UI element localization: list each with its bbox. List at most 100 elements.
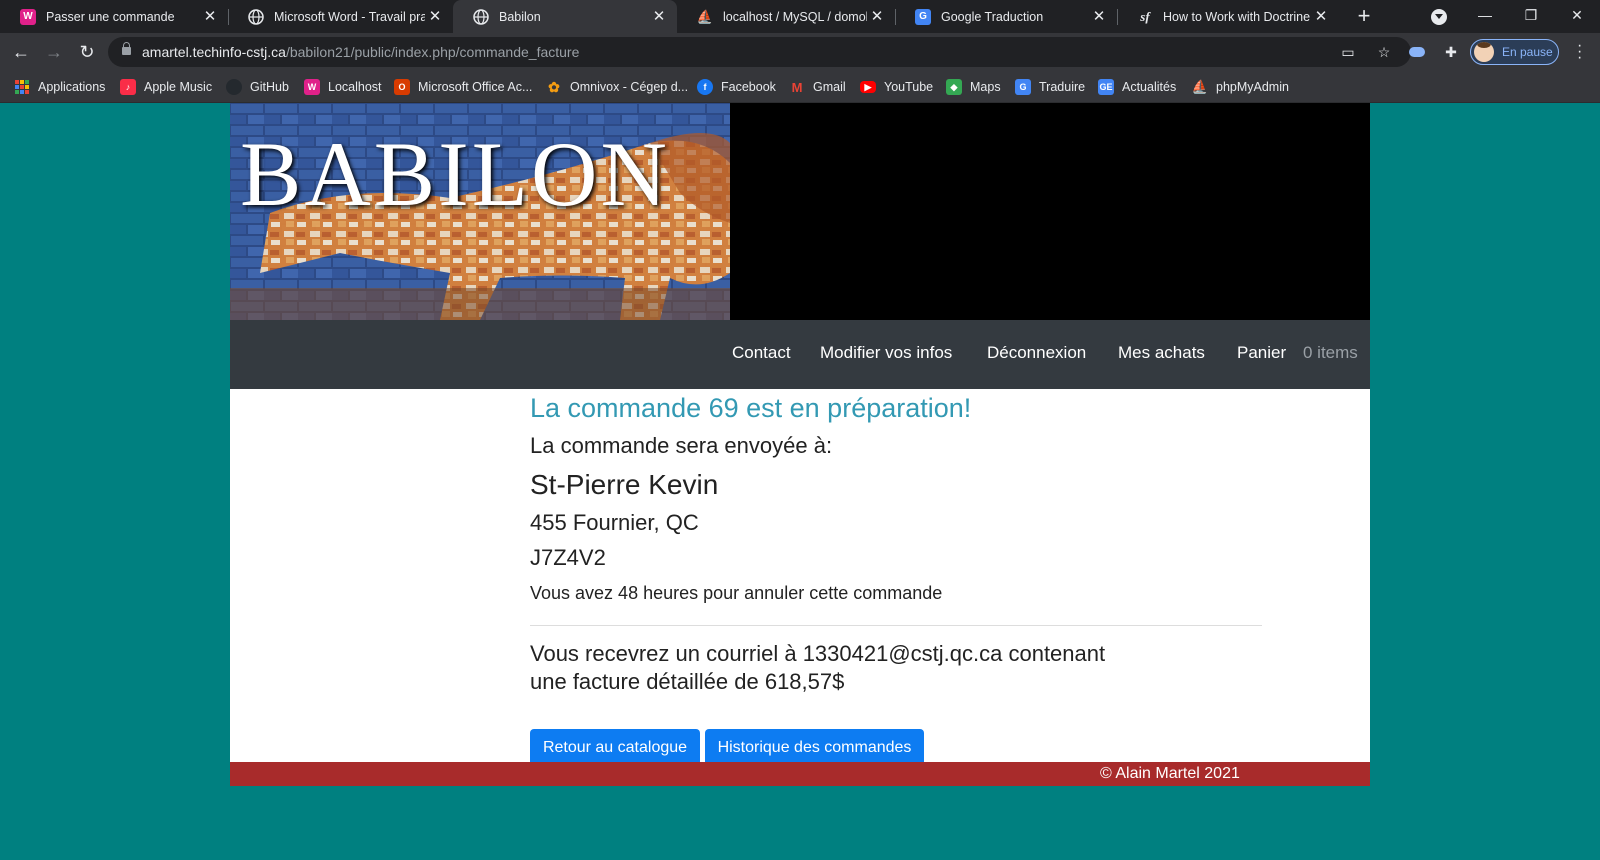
url-host: amartel.techinfo-cstj.ca [142, 44, 286, 60]
browser-toolbar: ← → ↻ amartel.techinfo-cstj.ca/babilon21… [0, 33, 1600, 71]
bookmark-applications[interactable]: Applications [14, 78, 105, 96]
bookmark-label: phpMyAdmin [1216, 80, 1289, 94]
globe-icon [473, 8, 489, 25]
bookmark-label: Traduire [1039, 80, 1086, 94]
tab-title: How to Work with Doctrine Associations [1163, 9, 1311, 24]
bookmark-label: Maps [970, 80, 1001, 94]
bookmark-microsoft-office[interactable]: O Microsoft Office Ac... [394, 78, 532, 96]
close-icon[interactable]: ✕ [1089, 7, 1109, 27]
extensions-puzzle-icon[interactable]: ✚ [1442, 43, 1460, 61]
nav-mes-achats[interactable]: Mes achats [1118, 343, 1205, 363]
phpmyadmin-icon: ⛵ [1191, 79, 1209, 94]
site-navbar: Contact Modifier vos infos Déconnexion M… [230, 320, 1370, 389]
bookmark-label: YouTube [884, 80, 934, 94]
divider [530, 625, 1262, 626]
back-button[interactable]: ← [8, 39, 34, 65]
symfony-icon: sf [1140, 8, 1150, 24]
tab-babilon[interactable]: Babilon ✕ [453, 0, 677, 33]
tab-search-icon[interactable] [1431, 9, 1447, 25]
footer-copyright: © Alain Martel 2021 [1100, 765, 1240, 782]
close-icon[interactable]: ✕ [1311, 7, 1331, 27]
address-bar[interactable]: amartel.techinfo-cstj.ca/babilon21/publi… [108, 37, 1411, 67]
bookmark-youtube[interactable]: ▶ YouTube [860, 78, 933, 96]
avatar [1474, 42, 1494, 62]
bookmark-localhost[interactable]: W Localhost [304, 78, 382, 96]
url-path: /babilon21/public/index.php/commande_fac… [285, 44, 580, 60]
close-icon[interactable]: ✕ [649, 7, 669, 27]
bookmark-maps[interactable]: ◆ Maps [946, 78, 1001, 96]
bookmark-label: GitHub [250, 80, 289, 94]
tab-strip: W Passer une commande ✕ Microsoft Word -… [0, 0, 1600, 33]
menu-kebab-icon[interactable]: · · · [1577, 38, 1582, 66]
bookmark-omnivox[interactable]: ✿ Omnivox - Cégep d... [546, 78, 688, 96]
tab-passer-commande[interactable]: W Passer une commande ✕ [0, 0, 228, 33]
apps-grid-icon [14, 79, 30, 95]
url-text[interactable]: amartel.techinfo-cstj.ca/babilon21/publi… [142, 44, 579, 60]
close-icon[interactable]: ✕ [200, 7, 220, 27]
restore-icon[interactable]: ❐ [1508, 0, 1554, 33]
reload-button[interactable]: ↻ [74, 39, 100, 65]
page-title: La commande 69 est en préparation! [530, 393, 972, 423]
lock-icon [122, 42, 131, 55]
page-container: BABILON Contact Modifier vos infos Décon… [230, 103, 1370, 786]
localhost-icon: W [304, 79, 320, 95]
youtube-icon: ▶ [860, 81, 876, 93]
profile-button[interactable]: En pause [1470, 39, 1559, 65]
forward-button[interactable]: → [41, 39, 67, 65]
tab-title: Babilon [499, 9, 541, 24]
maps-icon: ◆ [946, 79, 962, 95]
phpmyadmin-icon: ⛵ [696, 8, 714, 24]
tab-title: Google Traduction [941, 9, 1044, 24]
omnivox-icon: ✿ [548, 78, 560, 95]
customer-address: 455 Fournier, QC [530, 510, 699, 535]
bookmark-label: Omnivox - Cégep d... [570, 80, 689, 94]
tab-phpmyadmin[interactable]: ⛵ localhost / MySQL / domobjet ✕ [677, 0, 895, 33]
tab-google-traduction[interactable]: G Google Traduction ✕ [895, 0, 1117, 33]
customer-name: St-Pierre Kevin [530, 469, 719, 500]
onedrive-extension-icon[interactable] [1409, 47, 1425, 57]
install-app-icon[interactable]: ▭ [1340, 44, 1356, 60]
bookmark-label: Actualités [1122, 80, 1177, 94]
bookmark-apple-music[interactable]: ♪ Apple Music [120, 78, 212, 96]
bookmark-phpmyadmin[interactable]: ⛵ phpMyAdmin [1192, 78, 1289, 96]
customer-postal-code: J7Z4V2 [530, 545, 606, 570]
nav-panier[interactable]: Panier [1237, 343, 1286, 363]
bookmark-github[interactable]: GitHub [226, 78, 289, 96]
bookmark-label: Apple Music [144, 80, 213, 94]
gmail-icon: M [791, 79, 803, 95]
bookmark-label: Facebook [721, 80, 776, 94]
bookmark-label: Microsoft Office Ac... [418, 80, 533, 94]
bookmark-gmail[interactable]: M Gmail [789, 78, 846, 96]
tab-microsoft-word[interactable]: Microsoft Word - Travail pratique ✕ [228, 0, 453, 33]
facebook-icon: f [697, 79, 713, 95]
nav-contact[interactable]: Contact [732, 343, 791, 363]
localhost-icon: W [20, 8, 36, 25]
translate-icon: G [1015, 79, 1031, 95]
bookmark-star-icon[interactable]: ☆ [1376, 44, 1392, 60]
email-notice-line1: Vous recevrez un courriel à 1330421@cstj… [530, 641, 1106, 666]
tab-doctrine[interactable]: sf How to Work with Doctrine Association… [1117, 0, 1339, 33]
news-icon: GE [1098, 79, 1114, 95]
banner-image: BABILON [230, 103, 730, 320]
github-icon [226, 79, 242, 95]
tab-title: Passer une commande [46, 9, 175, 24]
nav-modifier-infos[interactable]: Modifier vos infos [820, 343, 952, 363]
bookmark-actualites[interactable]: GE Actualités [1098, 78, 1176, 96]
window-close-icon[interactable]: ✕ [1554, 0, 1600, 33]
bookmarks-bar: Applications ♪ Apple Music GitHub W Loca… [0, 71, 1600, 103]
bookmark-traduire[interactable]: G Traduire [1015, 78, 1085, 96]
cart-item-count: 0 items [1303, 343, 1358, 362]
cancel-notice: Vous avez 48 heures pour annuler cette c… [530, 583, 943, 603]
site-banner: BABILON [230, 103, 1370, 320]
shipping-label: La commande sera envoyée à: [530, 433, 833, 458]
close-icon[interactable]: ✕ [867, 7, 887, 27]
new-tab-button[interactable]: + [1352, 5, 1376, 29]
google-translate-icon: G [915, 8, 931, 25]
minimize-icon[interactable]: — [1462, 0, 1508, 33]
profile-status: En pause [1502, 45, 1553, 59]
site-footer: © Alain Martel 2021 [230, 762, 1370, 786]
tab-title: localhost / MySQL / domobjet [723, 9, 867, 24]
nav-deconnexion[interactable]: Déconnexion [987, 343, 1086, 363]
close-icon[interactable]: ✕ [425, 7, 445, 27]
bookmark-facebook[interactable]: f Facebook [697, 78, 776, 96]
